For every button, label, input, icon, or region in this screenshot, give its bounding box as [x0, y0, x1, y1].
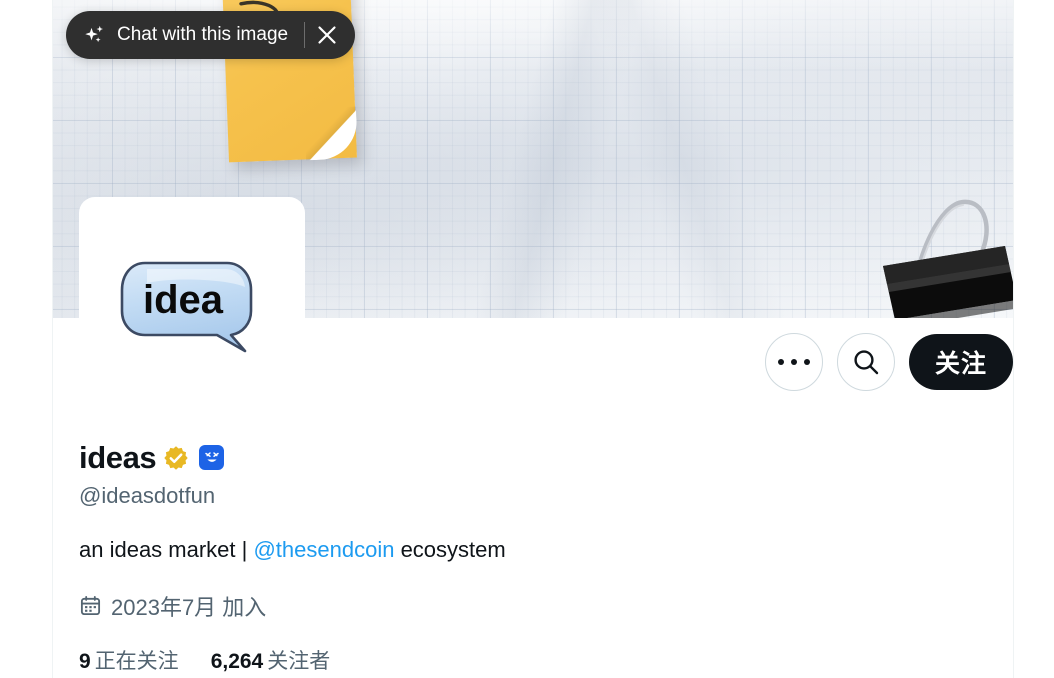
avatar[interactable]: idea: [79, 197, 305, 413]
joined-date-text: 2023年7月 加入: [111, 594, 267, 620]
more-horizontal-icon: [777, 359, 810, 365]
affiliate-badge-icon[interactable]: [199, 445, 225, 471]
profile-handle: @ideasdotfun: [79, 482, 216, 508]
profile-actions: 关注: [764, 333, 1013, 391]
affiliate-glyph-icon: [205, 452, 219, 462]
follow-button[interactable]: 关注: [908, 334, 1013, 390]
calendar-icon: [80, 596, 101, 616]
binder-clip-graphic: [883, 199, 1013, 318]
followers-label: 关注者: [267, 649, 331, 673]
avatar-bubble-graphic: idea: [117, 259, 267, 355]
search-profile-button[interactable]: [836, 333, 895, 391]
bio-mention-link[interactable]: @thesendcoin: [253, 537, 394, 562]
close-icon: [318, 26, 336, 44]
followers-count: 6,264: [210, 649, 264, 673]
page-title: ideas: [79, 440, 157, 475]
avatar-bubble-text: idea: [143, 278, 224, 322]
followers-stat[interactable]: 6,264 关注者: [211, 645, 331, 675]
sticky-note-curl: [304, 106, 358, 161]
profile-stats: 9 正在关注 6,264 关注者: [79, 645, 979, 675]
profile-bio: an ideas market | @thesendcoin ecosystem: [79, 535, 979, 565]
more-options-button[interactable]: [764, 333, 823, 391]
chat-pill-close-button[interactable]: [305, 13, 349, 57]
joined-date-row: 2023年7月 加入: [79, 590, 979, 622]
profile-page: Chat with this image idea 关注 ideas @idea…: [0, 0, 1054, 678]
bio-prefix: an ideas market |: [79, 537, 254, 563]
sparkle-icon: [85, 25, 103, 43]
right-column-divider: [1013, 0, 1014, 678]
following-label: 正在关注: [94, 649, 179, 673]
display-name-row: ideas: [79, 440, 979, 476]
following-stat[interactable]: 9 正在关注: [79, 645, 179, 675]
chat-pill-label: Chat with this image: [117, 24, 289, 45]
chat-with-image-pill[interactable]: Chat with this image: [66, 11, 356, 59]
search-icon: [854, 350, 879, 375]
speech-bubble-icon: idea: [120, 261, 253, 353]
bio-suffix: ecosystem: [394, 537, 506, 563]
profile-info: ideas @ideasdotfun an ideas market | @th…: [79, 440, 979, 675]
verified-badge-icon[interactable]: [163, 445, 189, 471]
following-count: 9: [79, 649, 91, 673]
